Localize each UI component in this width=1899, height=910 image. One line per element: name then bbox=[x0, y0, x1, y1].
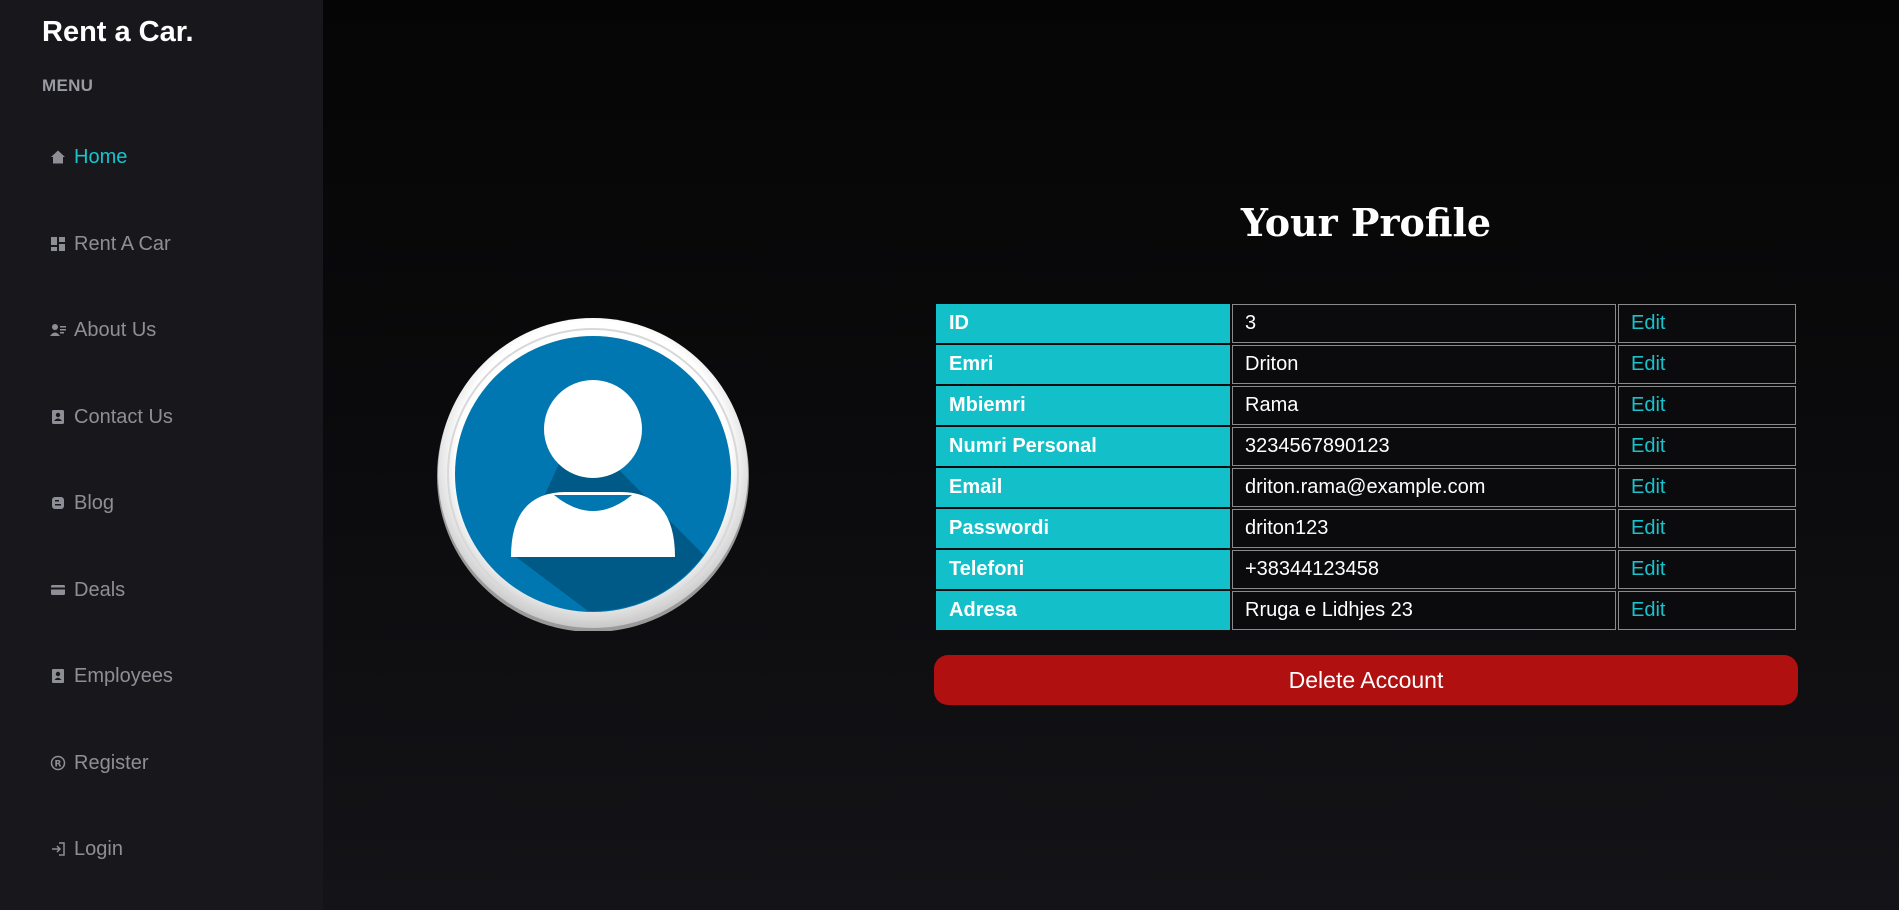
table-row: Emri Driton Edit bbox=[936, 345, 1796, 384]
field-label: Email bbox=[936, 468, 1230, 507]
field-value: driton123 bbox=[1232, 509, 1616, 548]
edit-link[interactable]: Edit bbox=[1618, 509, 1796, 548]
sidebar-item-login[interactable]: Login bbox=[48, 834, 123, 864]
table-row: Mbiemri Rama Edit bbox=[936, 386, 1796, 425]
field-value: 3234567890123 bbox=[1232, 427, 1616, 466]
avatar bbox=[436, 317, 750, 632]
profile-table: ID 3 Edit Emri Driton Edit Mbiemri Rama … bbox=[934, 302, 1798, 632]
sidebar-item-label: Rent A Car bbox=[74, 232, 171, 255]
app-root: Rent a Car. MENU Home Rent A Car About U… bbox=[0, 0, 1899, 910]
table-row: Email driton.rama@example.com Edit bbox=[936, 468, 1796, 507]
page-title: Your Profile bbox=[1240, 200, 1492, 245]
field-label: Telefoni bbox=[936, 550, 1230, 589]
table-row: ID 3 Edit bbox=[936, 304, 1796, 343]
sidebar-item-label: Contact Us bbox=[74, 405, 173, 428]
field-value: +38344123458 bbox=[1232, 550, 1616, 589]
home-icon bbox=[48, 147, 68, 167]
field-value: 3 bbox=[1232, 304, 1616, 343]
registered-icon: R bbox=[48, 753, 68, 773]
edit-link[interactable]: Edit bbox=[1618, 345, 1796, 384]
sidebar-item-employees[interactable]: Employees bbox=[48, 661, 173, 691]
field-value: Driton bbox=[1232, 345, 1616, 384]
sidebar-item-blog[interactable]: Blog bbox=[48, 488, 114, 518]
field-label: Passwordi bbox=[936, 509, 1230, 548]
field-value: driton.rama@example.com bbox=[1232, 468, 1616, 507]
svg-text:R: R bbox=[55, 760, 62, 770]
sidebar-item-label: Employees bbox=[74, 664, 173, 687]
credit-card-icon bbox=[48, 580, 68, 600]
sidebar-item-home[interactable]: Home bbox=[48, 142, 127, 172]
field-value: Rama bbox=[1232, 386, 1616, 425]
table-row: Numri Personal 3234567890123 Edit bbox=[936, 427, 1796, 466]
sidebar-item-label: About Us bbox=[74, 318, 157, 341]
edit-link[interactable]: Edit bbox=[1618, 386, 1796, 425]
menu-heading: MENU bbox=[42, 76, 94, 95]
login-icon bbox=[48, 839, 68, 859]
table-row: Telefoni +38344123458 Edit bbox=[936, 550, 1796, 589]
table-row: Passwordi driton123 Edit bbox=[936, 509, 1796, 548]
field-label: Mbiemri bbox=[936, 386, 1230, 425]
dashboard-icon bbox=[48, 234, 68, 254]
field-label: Emri bbox=[936, 345, 1230, 384]
sidebar: Rent a Car. MENU Home Rent A Car About U… bbox=[0, 0, 323, 910]
field-label: ID bbox=[936, 304, 1230, 343]
field-label: Numri Personal bbox=[936, 427, 1230, 466]
sidebar-item-about-us[interactable]: About Us bbox=[48, 315, 156, 345]
sidebar-item-label: Deals bbox=[74, 578, 126, 601]
edit-link[interactable]: Edit bbox=[1618, 427, 1796, 466]
sidebar-item-contact-us[interactable]: Contact Us bbox=[48, 402, 173, 432]
sidebar-item-rent-a-car[interactable]: Rent A Car bbox=[48, 229, 171, 259]
address-book-icon bbox=[48, 407, 68, 427]
edit-link[interactable]: Edit bbox=[1618, 468, 1796, 507]
brand-logo[interactable]: Rent a Car. bbox=[42, 16, 194, 49]
field-value: Rruga e Lidhjes 23 bbox=[1232, 591, 1616, 630]
blog-icon bbox=[48, 493, 68, 513]
sidebar-item-label: Login bbox=[74, 837, 123, 860]
badge-icon bbox=[48, 666, 68, 686]
edit-link[interactable]: Edit bbox=[1618, 591, 1796, 630]
sidebar-item-register[interactable]: R Register bbox=[48, 748, 148, 778]
contact-card-icon bbox=[48, 320, 68, 340]
sidebar-item-deals[interactable]: Deals bbox=[48, 575, 125, 605]
sidebar-item-label: Home bbox=[74, 145, 128, 168]
sidebar-item-label: Register bbox=[74, 751, 149, 774]
field-label: Adresa bbox=[936, 591, 1230, 630]
sidebar-item-label: Blog bbox=[74, 491, 115, 514]
main-content: Your Profile ID 3 Edit Emri Driton Edit … bbox=[323, 0, 1899, 910]
delete-account-button[interactable]: Delete Account bbox=[934, 655, 1798, 705]
edit-link[interactable]: Edit bbox=[1618, 550, 1796, 589]
table-row: Adresa Rruga e Lidhjes 23 Edit bbox=[936, 591, 1796, 630]
edit-link[interactable]: Edit bbox=[1618, 304, 1796, 343]
